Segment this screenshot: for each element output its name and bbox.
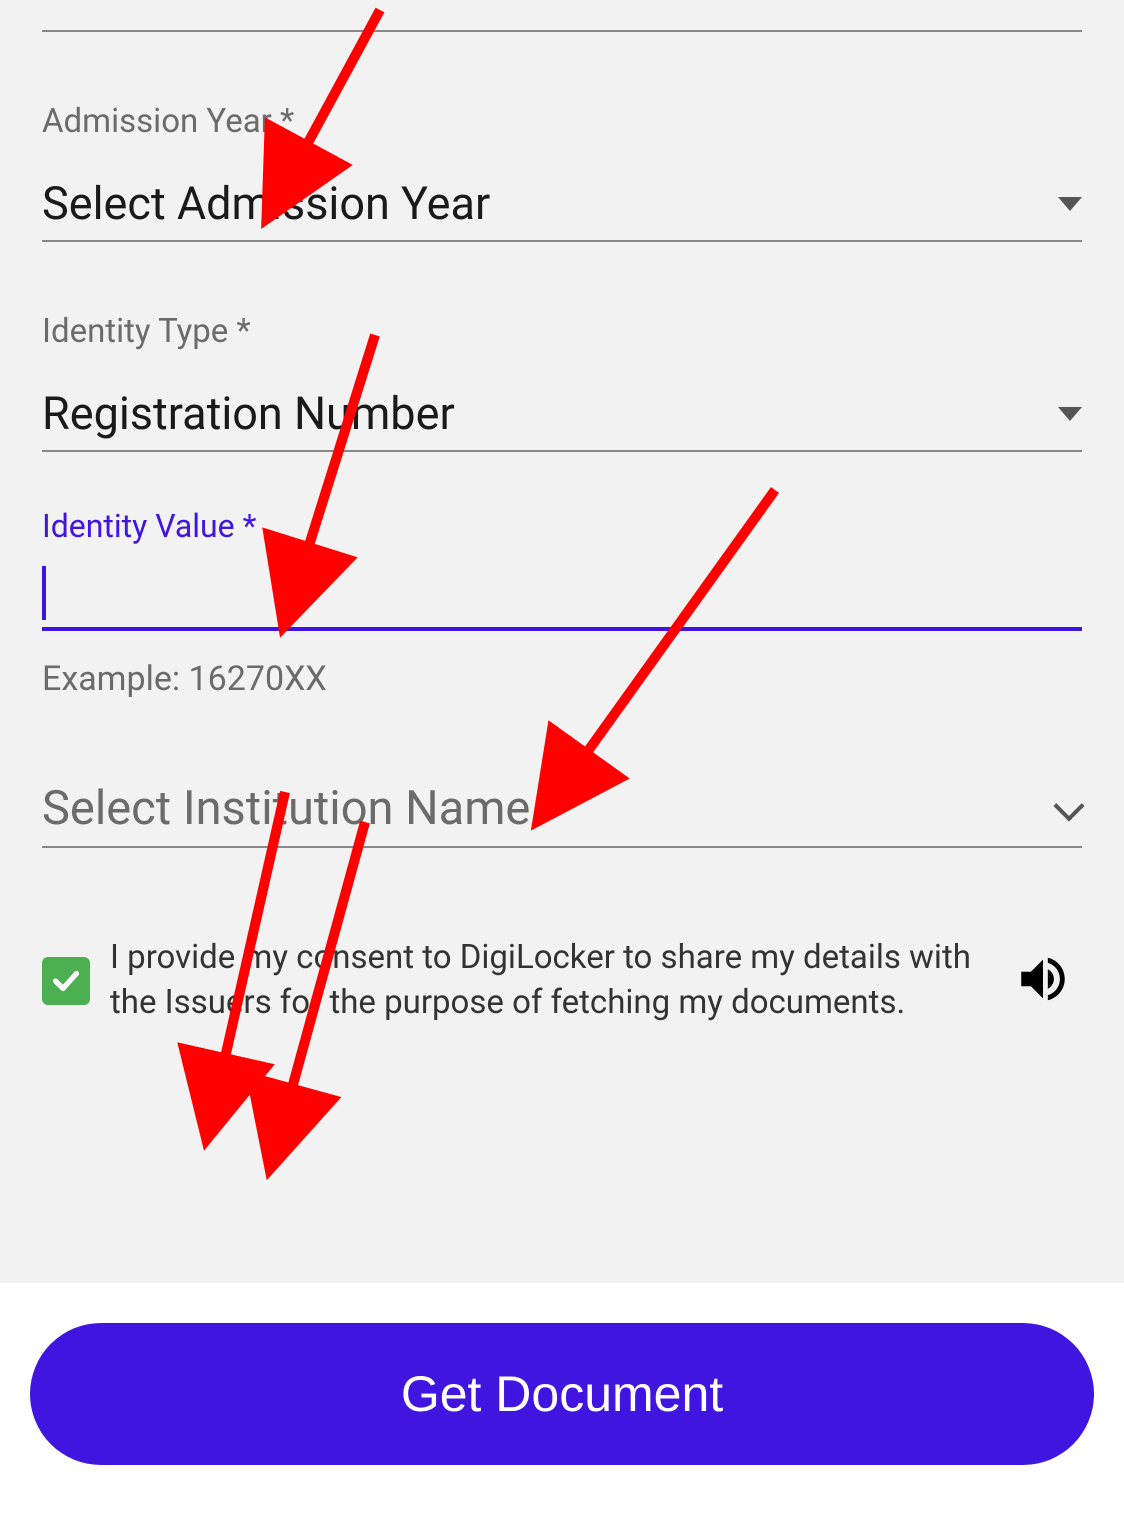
consent-checkbox[interactable] — [42, 957, 90, 1005]
institution-select[interactable]: Select Institution Name * — [42, 781, 1082, 848]
identity-value-input-row[interactable] — [42, 559, 1082, 631]
chevron-down-icon — [1054, 795, 1082, 823]
identity-type-select[interactable]: Registration Number — [42, 387, 1082, 452]
check-icon — [48, 963, 84, 999]
get-document-button[interactable]: Get Document — [30, 1323, 1094, 1465]
identity-type-value: Registration Number — [42, 387, 455, 440]
caret-down-icon — [1058, 407, 1082, 421]
identity-value-group: Identity Value * Example: 16270XX — [42, 507, 1082, 699]
consent-row: I provide my consent to DigiLocker to sh… — [42, 936, 1082, 1025]
consent-text: I provide my consent to DigiLocker to sh… — [110, 936, 994, 1025]
admission-year-value: Select Admission Year — [42, 177, 490, 230]
admission-year-label: Admission Year * — [42, 102, 1082, 141]
speaker-icon[interactable] — [1014, 950, 1072, 1012]
bottom-button-area: Get Document — [0, 1283, 1124, 1513]
admission-year-select[interactable]: Select Admission Year — [42, 177, 1082, 242]
institution-placeholder: Select Institution Name * — [42, 781, 562, 836]
identity-type-label: Identity Type * — [42, 312, 1082, 351]
caret-down-icon — [1058, 197, 1082, 211]
identity-value-input[interactable] — [46, 568, 1082, 618]
institution-group: Select Institution Name * — [42, 781, 1082, 848]
identity-type-group: Identity Type * Registration Number — [42, 312, 1082, 452]
top-divider — [42, 30, 1082, 32]
form-container: Admission Year * Select Admission Year I… — [0, 102, 1124, 1025]
identity-value-label: Identity Value * — [42, 507, 1082, 545]
identity-value-helper: Example: 16270XX — [42, 659, 1082, 699]
admission-year-group: Admission Year * Select Admission Year — [42, 102, 1082, 242]
